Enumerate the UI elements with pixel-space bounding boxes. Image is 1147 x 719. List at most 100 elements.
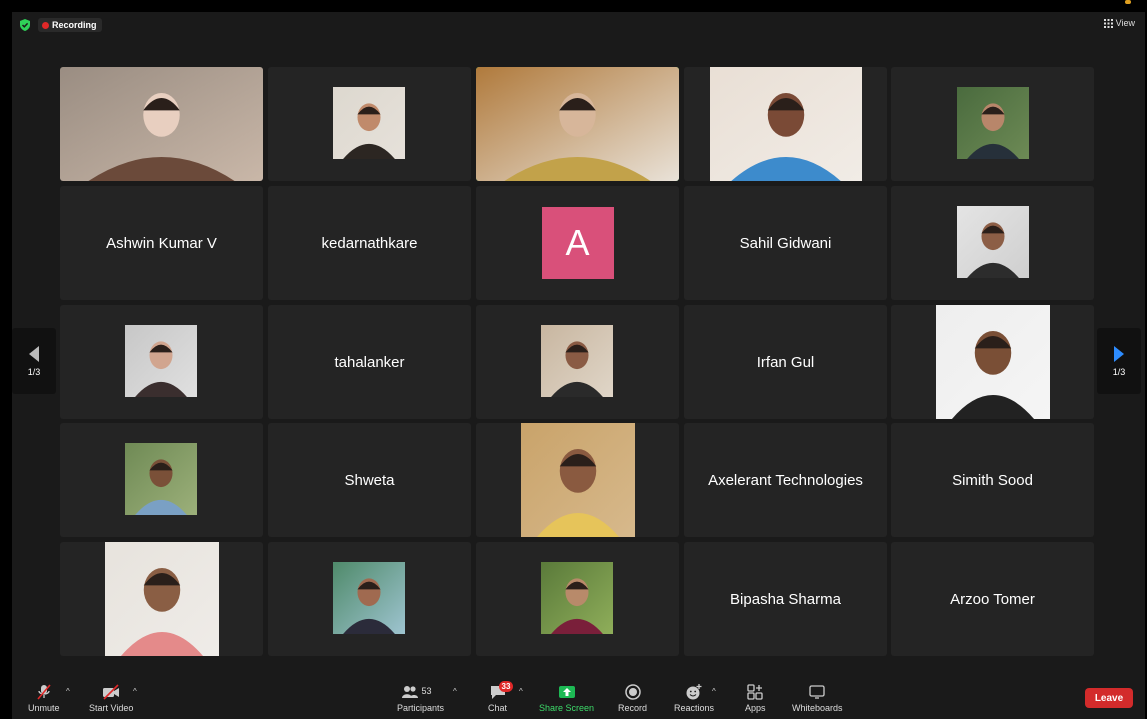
participant-name: Bipasha Sharma: [730, 590, 841, 608]
apps-label: Apps: [745, 703, 766, 713]
participant-tile[interactable]: [60, 305, 263, 419]
previous-page-button[interactable]: 1/3: [12, 328, 56, 394]
microphone-muted-icon: [37, 684, 51, 700]
participant-name: Sahil Gidwani: [739, 234, 832, 252]
zoom-meeting-window: Recording View Ashwin Kumar V kedarnathka…: [12, 12, 1145, 719]
participant-tile[interactable]: [476, 423, 679, 537]
chevron-right-icon: [1114, 346, 1124, 362]
participant-avatar-initial: A: [541, 207, 614, 279]
participant-name: Arzoo Tomer: [950, 590, 1035, 608]
chat-label: Chat: [488, 703, 508, 713]
participant-photo-man-pink-shirt-icon: [105, 542, 219, 656]
participant-tile[interactable]: [891, 305, 1094, 419]
leave-button[interactable]: Leave: [1085, 688, 1133, 708]
participant-tile[interactable]: [476, 67, 679, 181]
participants-options-chevron-icon[interactable]: ^: [453, 687, 457, 696]
recording-dot-icon: [42, 21, 49, 29]
participant-tile[interactable]: A: [476, 186, 679, 300]
participants-button[interactable]: 53 Participants: [397, 683, 444, 713]
participant-photo-man-maroon-shirt-icon: [541, 562, 613, 634]
share-screen-icon: [558, 686, 575, 698]
unmute-label: Unmute: [28, 703, 60, 713]
participant-name: Simith Sood: [952, 471, 1033, 489]
participant-tile[interactable]: Shweta: [268, 423, 471, 537]
participant-name: kedarnathkare: [321, 234, 418, 252]
view-button[interactable]: View: [1103, 18, 1135, 28]
participant-photo-man-turban-icon: [333, 562, 405, 634]
participant-tile[interactable]: kedarnathkare: [268, 186, 471, 300]
reactions-button[interactable]: Reactions: [674, 683, 714, 713]
participant-tile[interactable]: Sahil Gidwani: [684, 186, 887, 300]
whiteboards-button[interactable]: Whiteboards: [792, 683, 843, 713]
participant-tile[interactable]: Arzoo Tomer: [891, 542, 1094, 656]
participant-photo-man-glasses-icon: [541, 325, 613, 397]
page-indicator-right: 1/3: [1112, 367, 1126, 377]
reactions-options-chevron-icon[interactable]: ^: [712, 687, 716, 696]
page-indicator-left: 1/3: [27, 367, 41, 377]
participants-icon: [401, 686, 418, 698]
share-screen-button[interactable]: Share Screen: [539, 683, 594, 713]
share-screen-label: Share Screen: [539, 703, 595, 713]
participant-name: tahalanker: [334, 353, 405, 371]
window-status-marker: [1125, 0, 1131, 4]
participant-tile[interactable]: [891, 186, 1094, 300]
reactions-label: Reactions: [674, 703, 715, 713]
reactions-smiley-icon: [686, 684, 702, 700]
participant-video-woman-active-speaker-icon: [476, 67, 679, 181]
participants-label: Participants: [397, 703, 445, 713]
meeting-toolbar: Unmute ^ Start Video ^ 53 Participants ^: [12, 679, 1145, 719]
grid-view-icon: [1103, 18, 1113, 28]
recording-indicator[interactable]: Recording: [38, 18, 102, 32]
chat-button[interactable]: 33 Chat: [488, 681, 514, 713]
meeting-top-bar: Recording View: [12, 12, 1145, 38]
participant-tile[interactable]: [891, 67, 1094, 181]
start-video-button[interactable]: Start Video: [89, 683, 133, 713]
start-video-label: Start Video: [89, 703, 134, 713]
participant-video-woman-glasses-icon: [60, 67, 263, 181]
participant-photo-woman-smiling-icon: [521, 423, 635, 537]
participant-photo-man-sunglasses-icon: [957, 87, 1029, 159]
next-page-button[interactable]: 1/3: [1097, 328, 1141, 394]
participant-tile[interactable]: tahalanker: [268, 305, 471, 419]
participant-photo-man-beard-icon: [333, 87, 405, 159]
participant-video-woman-icon: [710, 67, 862, 181]
audio-options-chevron-icon[interactable]: ^: [66, 687, 70, 696]
encryption-shield-icon[interactable]: [18, 18, 32, 32]
participant-tile[interactable]: Ashwin Kumar V: [60, 186, 263, 300]
participant-name: Shweta: [344, 471, 395, 489]
chat-options-chevron-icon[interactable]: ^: [519, 687, 523, 696]
chevron-left-icon: [29, 346, 39, 362]
participant-tile[interactable]: [268, 67, 471, 181]
participants-count: 53: [421, 686, 432, 696]
participant-photo-man-outdoor-icon: [125, 443, 197, 515]
chat-unread-badge: 33: [498, 681, 514, 692]
whiteboards-label: Whiteboards: [792, 703, 843, 713]
record-label: Record: [618, 703, 648, 713]
video-options-chevron-icon[interactable]: ^: [133, 687, 137, 696]
participant-tile[interactable]: [268, 542, 471, 656]
participant-photo-man-standing-icon: [957, 206, 1029, 278]
participant-name: Axelerant Technologies: [708, 471, 863, 489]
view-label: View: [1115, 18, 1135, 28]
participant-photo-woman-hijab-icon: [125, 325, 197, 397]
participant-tile[interactable]: [684, 67, 887, 181]
participant-photo-man-smiling-icon: [936, 305, 1050, 419]
record-icon: [624, 684, 641, 700]
participant-tile[interactable]: Irfan Gul: [684, 305, 887, 419]
apps-icon: [747, 684, 763, 700]
participant-name: Irfan Gul: [756, 353, 815, 371]
participant-name: Ashwin Kumar V: [106, 234, 217, 252]
participant-tile[interactable]: [60, 423, 263, 537]
participant-tile[interactable]: [60, 67, 263, 181]
participant-tile[interactable]: Axelerant Technologies: [684, 423, 887, 537]
participant-tile[interactable]: Bipasha Sharma: [684, 542, 887, 656]
record-button[interactable]: Record: [618, 683, 647, 713]
whiteboard-icon: [809, 685, 825, 699]
participant-tile[interactable]: [476, 305, 679, 419]
participant-tile[interactable]: Simith Sood: [891, 423, 1094, 537]
participant-tile[interactable]: [476, 542, 679, 656]
unmute-button[interactable]: Unmute: [28, 683, 60, 713]
apps-button[interactable]: Apps: [745, 683, 766, 713]
video-off-icon: [103, 684, 120, 700]
participant-tile[interactable]: [60, 542, 263, 656]
